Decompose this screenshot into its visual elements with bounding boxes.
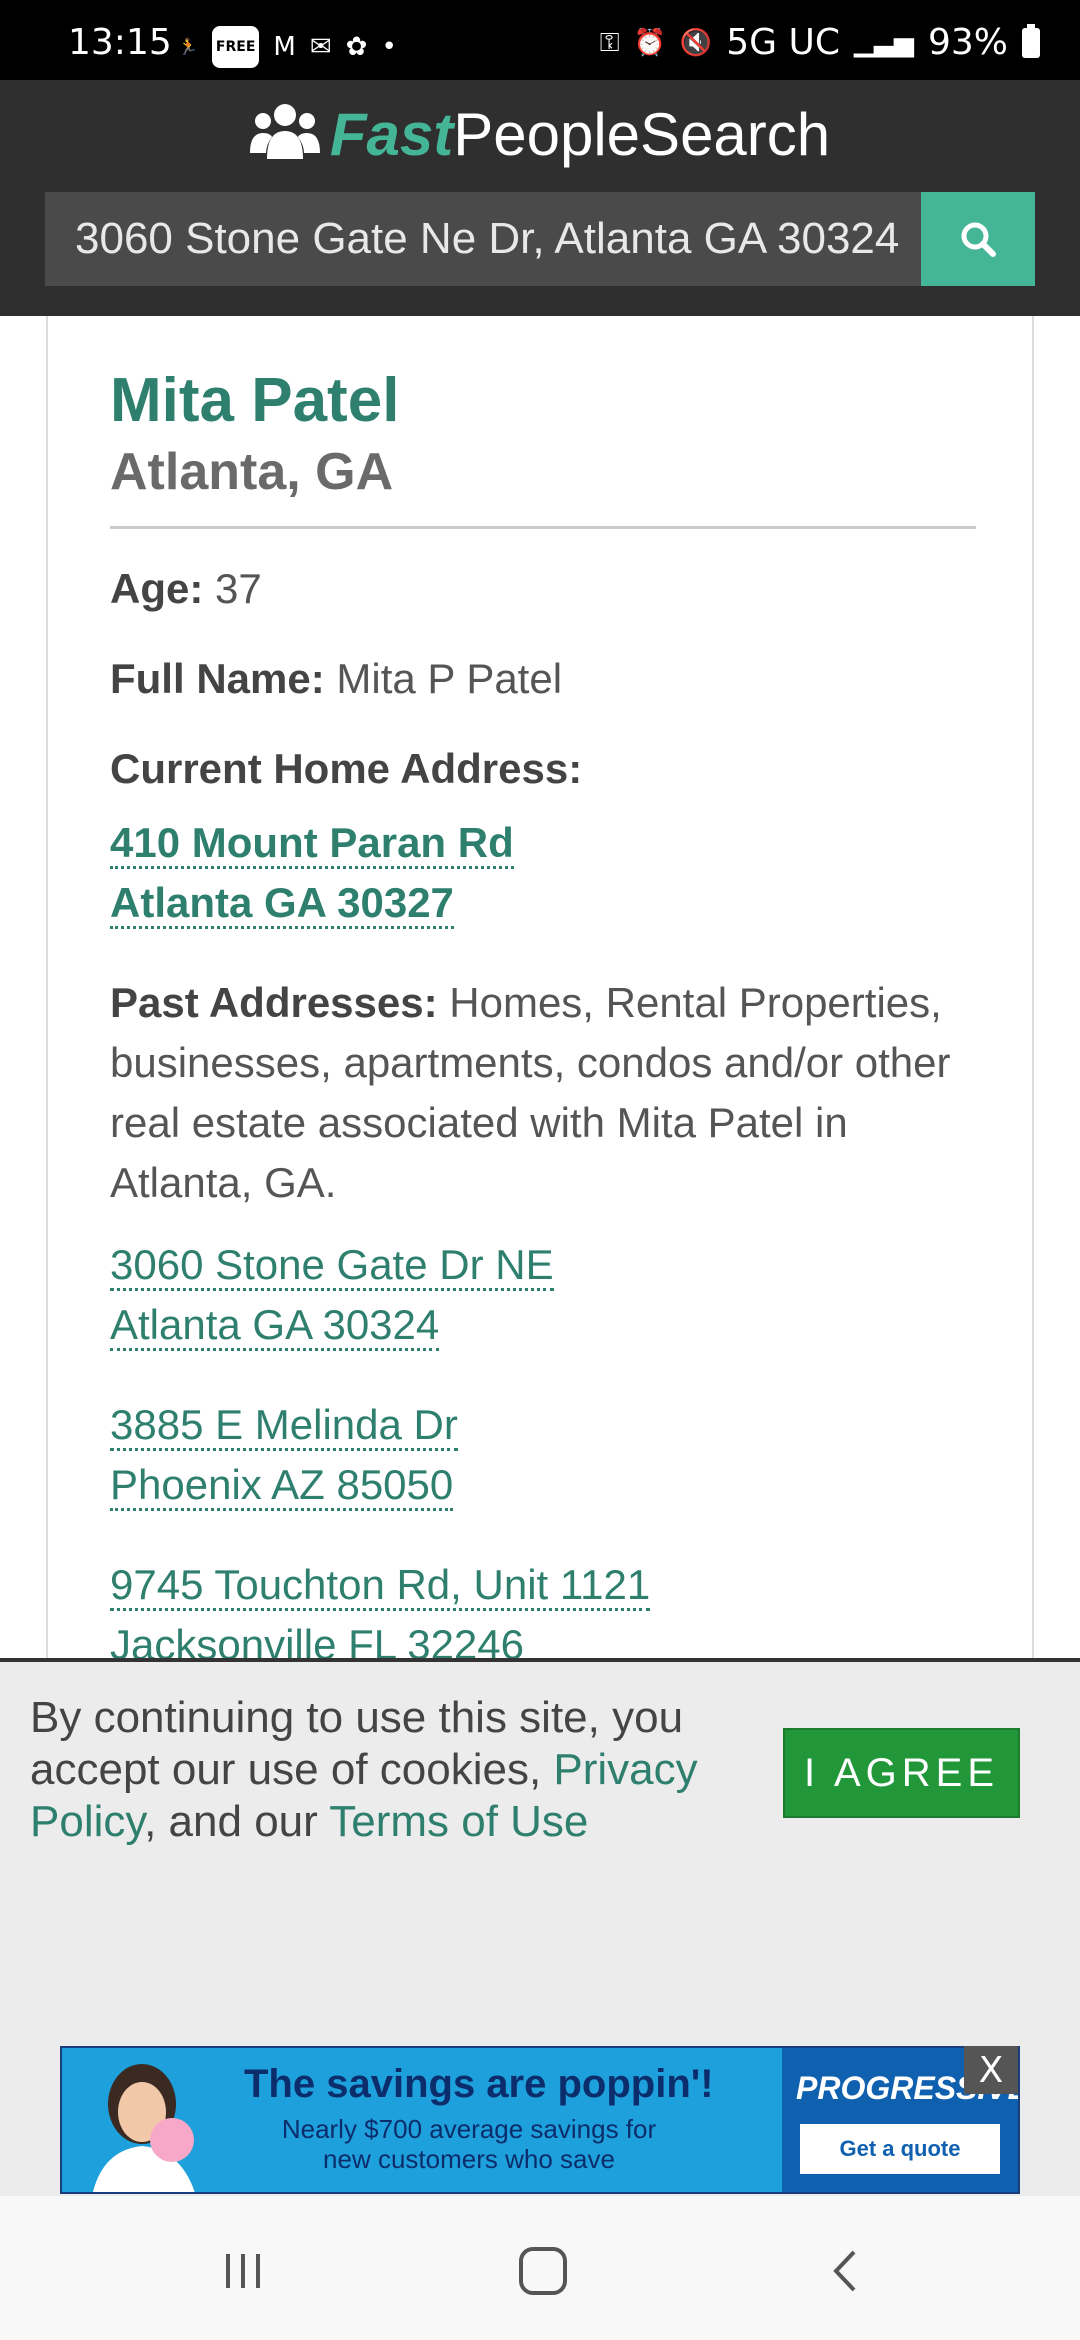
search-bar: 3060 Stone Gate Ne Dr, Atlanta GA 30324 [45,192,1035,286]
person-card: Mita Patel Atlanta, GA Age: 37 Full Name… [46,316,1034,1660]
current-address-line2-link[interactable]: Atlanta GA 30327 [110,873,976,933]
full-name-label: Full Name: [110,655,325,702]
person-location: Atlanta, GA [110,443,394,501]
battery-percent: 93% [927,22,1008,63]
past-addresses-label: Past Addresses: [110,979,438,1026]
notification-icons: 🏃 FREE M ✉ ✿ • [178,26,397,68]
past-address-item: 3060 Stone Gate Dr NE Atlanta GA 30324 [110,1235,976,1355]
site-header: FastPeopleSearch 3060 Stone Gate Ne Dr, … [0,80,1080,316]
past-address-link[interactable]: 3060 Stone Gate Dr NE [110,1235,976,1295]
terms-of-use-link[interactable]: Terms of Use [329,1797,588,1846]
pinwheel-icon: ✿ [345,32,368,62]
ad-banner[interactable]: The savings are poppin'! Nearly $700 ave… [60,2046,1020,2194]
mute-icon: 🔇 [679,27,713,58]
logo-fast: Fast [329,101,454,168]
key-icon: ⚿ [599,27,620,58]
past-address-item: 3885 E Melinda Dr Phoenix AZ 85050 [110,1395,976,1515]
cookie-text-part: , and our [144,1797,330,1846]
past-address-link[interactable]: 9745 Touchton Rd, Unit 1121 [110,1555,976,1615]
main-content: Mita Patel Atlanta, GA Age: 37 Full Name… [0,316,1080,1660]
current-address-label: Current Home Address: [110,745,583,792]
current-address-field: Current Home Address: [110,739,976,799]
ad-woman-image [72,2054,222,2192]
people-icon [249,104,320,159]
back-button[interactable] [812,2236,882,2306]
age-label: Age: [110,565,204,612]
search-icon [961,222,996,257]
past-address-link[interactable]: 3885 E Melinda Dr [110,1395,976,1455]
past-address-link[interactable]: Phoenix AZ 85050 [110,1455,976,1515]
clock: 13:15 [68,22,172,63]
ad-get-quote-button[interactable]: Get a quote [800,2124,1000,2174]
battery-icon [1022,23,1040,58]
recent-apps-icon [226,2254,260,2288]
site-logo[interactable]: FastPeopleSearch [0,100,1080,169]
person-name: Mita Patel [110,366,400,435]
past-address-item: 9745 Touchton Rd, Unit 1121 Jacksonville… [110,1555,976,1660]
age-field: Age: 37 [110,559,976,619]
system-nav-bar [0,2196,1080,2340]
free-icon: FREE [211,26,260,68]
gmail-icon: M [273,32,296,62]
divider [110,526,976,529]
full-name-value: Mita P Patel [336,655,563,702]
age-value: 37 [215,565,262,612]
outlook-icon: ✉ [309,32,332,62]
ad-subtext: Nearly $700 average savings for new cust… [281,2114,657,2174]
search-button[interactable] [921,192,1035,286]
home-icon [519,2247,567,2295]
full-name-field: Full Name: Mita P Patel [110,649,976,709]
agree-button[interactable]: I AGREE [783,1728,1020,1818]
past-addresses-field: Past Addresses: Homes, Rental Properties… [110,973,976,1213]
current-address-line1-link[interactable]: 410 Mount Paran Rd [110,813,976,873]
fetch-icon: 🏃 [178,37,198,56]
past-address-link[interactable]: Atlanta GA 30324 [110,1295,976,1355]
home-button[interactable] [508,2236,578,2306]
status-bar: 13:15 🏃 FREE M ✉ ✿ • ⚿ ⏰ 🔇 5G UC ▁▃▅ 93% [0,0,1080,80]
search-input[interactable]: 3060 Stone Gate Ne Dr, Atlanta GA 30324 [45,192,921,286]
system-icons: ⚿ ⏰ 🔇 5G UC ▁▃▅ 93% [600,22,1040,63]
signal-icon: ▁▃▅ [853,27,914,58]
alarm-icon: ⏰ [633,27,666,58]
current-address: 410 Mount Paran Rd Atlanta GA 30327 [110,813,976,933]
back-icon [833,2250,856,2292]
past-address-link[interactable]: Jacksonville FL 32246 [110,1615,976,1660]
logo-people-search: PeopleSearch [453,101,831,168]
recent-apps-button[interactable] [208,2236,278,2306]
ad-close-button[interactable]: X [964,2046,1018,2094]
dot-icon: • [381,32,397,62]
ad-headline: The savings are poppin'! [244,2062,714,2106]
network-type: 5G UC [726,22,840,63]
cookie-text: By continuing to use this site, you acce… [30,1692,750,1848]
